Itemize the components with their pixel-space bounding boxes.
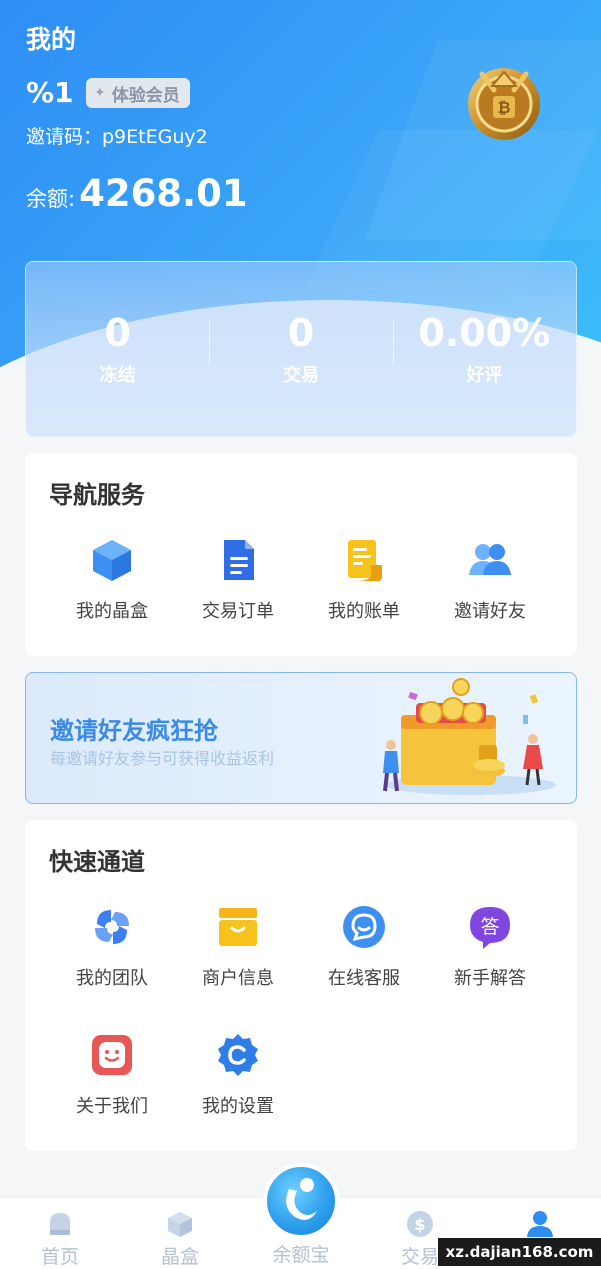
stat-value: 0 bbox=[287, 311, 315, 355]
quick-item-label: 商户信息 bbox=[202, 968, 274, 989]
banner-subtitle: 每邀请好友参与可获得收益返利 bbox=[50, 749, 275, 768]
settings-icon bbox=[218, 1034, 258, 1076]
balance-icon bbox=[286, 1178, 317, 1220]
bill-icon bbox=[348, 540, 382, 581]
section-title: 快速通道 bbox=[49, 848, 145, 876]
quick-item-settings[interactable]: 我的设置 bbox=[175, 1032, 301, 1118]
quick-item-label: 关于我们 bbox=[76, 1096, 148, 1117]
tab-label: 首页 bbox=[40, 1246, 79, 1268]
balance-label: 余额: bbox=[26, 187, 76, 211]
stat-value: 0.00% bbox=[418, 311, 551, 355]
shop-icon bbox=[219, 908, 257, 946]
svg-text:₿: ₿ bbox=[497, 98, 510, 117]
quick-item-merchant[interactable]: 商户信息 bbox=[175, 904, 301, 990]
stat-label: 冻结 bbox=[99, 365, 136, 386]
cube-icon bbox=[168, 1212, 192, 1237]
tab-home[interactable]: 首页 bbox=[0, 1198, 120, 1269]
stat-label: 好评 bbox=[466, 365, 503, 386]
quick-item-label: 在线客服 bbox=[328, 968, 400, 989]
nav-services-card: 导航服务 我的晶盒 交易订单 我的账单 邀请好友 bbox=[25, 453, 577, 656]
section-title: 导航服务 bbox=[49, 481, 145, 509]
quick-item-team[interactable]: 我的团队 bbox=[49, 904, 175, 990]
stats-card: 0 冻结 0 交易 0.00% 好评 bbox=[25, 261, 577, 437]
tab-label: 余额宝 bbox=[272, 1244, 330, 1266]
quick-item-support[interactable]: 在线客服 bbox=[301, 904, 427, 990]
nav-item-bills[interactable]: 我的账单 bbox=[301, 537, 427, 623]
stat-frozen[interactable]: 0 冻结 bbox=[26, 311, 209, 387]
user-icon bbox=[527, 1211, 553, 1237]
quick-item-faq[interactable]: 答 新手解答 bbox=[427, 904, 553, 990]
qa-glyph: 答 bbox=[480, 916, 499, 938]
home-icon bbox=[50, 1213, 70, 1235]
page-title: 我的 bbox=[26, 25, 77, 54]
balance: 余额: 4268.01 bbox=[26, 172, 248, 215]
chat-icon bbox=[343, 906, 385, 948]
nav-item-label: 交易订单 bbox=[202, 601, 274, 622]
svg-text:$: $ bbox=[414, 1215, 425, 1234]
member-badge-label: 体验会员 bbox=[111, 85, 180, 106]
quick-item-label: 我的设置 bbox=[202, 1096, 274, 1117]
qa-icon: 答 bbox=[470, 907, 510, 949]
nav-item-orders[interactable]: 交易订单 bbox=[175, 537, 301, 623]
stat-value: 0 bbox=[104, 311, 131, 355]
cube-icon bbox=[93, 540, 131, 581]
tab-crystal-box[interactable]: 晶盒 bbox=[120, 1198, 240, 1269]
quick-access-card: 快速通道 我的团队 商户信息 在线客服 答 新手解答 关于我们 我的设置 bbox=[25, 820, 577, 1151]
nav-item-crystal-box[interactable]: 我的晶盒 bbox=[49, 537, 175, 623]
friends-icon bbox=[469, 544, 511, 575]
quick-item-about[interactable]: 关于我们 bbox=[49, 1032, 175, 1118]
diamond-icon: ✦ bbox=[94, 85, 106, 101]
nav-item-invite[interactable]: 邀请好友 bbox=[427, 537, 553, 623]
banner-title: 邀请好友疯狂抢 bbox=[50, 717, 218, 745]
stat-rating[interactable]: 0.00% 好评 bbox=[392, 311, 576, 387]
balance-value: 4268.01 bbox=[79, 172, 248, 215]
invite-banner[interactable]: 邀请好友疯狂抢 每邀请好友参与可获得收益返利 bbox=[25, 672, 577, 804]
username: %1 bbox=[26, 76, 74, 109]
vip-medal-icon: ₿ bbox=[468, 68, 540, 140]
stat-label: 交易 bbox=[282, 365, 319, 386]
about-icon bbox=[92, 1035, 132, 1075]
document-icon bbox=[224, 540, 254, 580]
treasure-chest-illustration bbox=[383, 678, 556, 795]
member-badge[interactable]: ✦ 体验会员 bbox=[86, 78, 190, 108]
nav-item-label: 我的账单 bbox=[328, 601, 400, 622]
quick-item-label: 新手解答 bbox=[454, 968, 526, 989]
stat-trades[interactable]: 0 交易 bbox=[209, 311, 392, 387]
watermark: xz.dajian168.com bbox=[438, 1238, 601, 1266]
dollar-icon: $ bbox=[407, 1211, 433, 1237]
tab-label: 晶盒 bbox=[160, 1246, 199, 1268]
quick-item-label: 我的团队 bbox=[76, 968, 148, 989]
tab-balance-treasure-button[interactable] bbox=[263, 1163, 339, 1239]
team-icon bbox=[95, 910, 129, 944]
invite-code[interactable]: 邀请码：p9EtEGuy2 bbox=[26, 122, 208, 149]
nav-item-label: 我的晶盒 bbox=[76, 601, 148, 622]
nav-item-label: 邀请好友 bbox=[454, 601, 526, 622]
